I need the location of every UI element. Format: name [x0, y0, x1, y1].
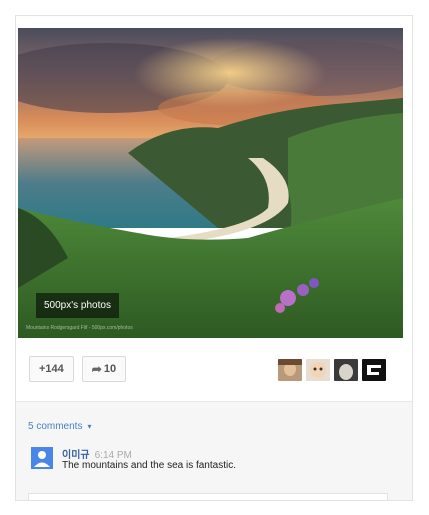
landscape-image: [18, 28, 403, 338]
post-photo[interactable]: 500px's photos Mountains Rodgersgard Fli…: [18, 28, 403, 338]
comment-author-line: 이미규 6:14 PM: [62, 446, 132, 461]
share-arrow-icon: ➦: [91, 362, 102, 376]
avatar[interactable]: [362, 359, 386, 381]
avatar[interactable]: [334, 359, 358, 381]
post-actions: +144 ➦ 10: [29, 356, 127, 382]
photo-fineprint: Mountains Rodgersgard Flif - 500px.com/p…: [26, 325, 133, 331]
photo-source-label[interactable]: 500px's photos: [36, 293, 119, 318]
comment-text: The mountains and the sea is fantastic.: [62, 460, 236, 471]
comments-section: 5 comments ▾ 이미규 6:14 PM The mountains and…: [16, 401, 412, 500]
plus-one-button[interactable]: +144: [29, 356, 74, 382]
add-comment-input[interactable]: [28, 493, 388, 500]
share-count: 10: [103, 363, 117, 375]
avatar[interactable]: [278, 359, 302, 381]
comments-count-label: 5 comments: [28, 421, 83, 432]
sharer-avatars: [278, 359, 386, 381]
avatar[interactable]: [31, 447, 53, 469]
chevron-down-icon: ▾: [87, 422, 92, 431]
comments-toggle[interactable]: 5 comments ▾: [28, 421, 91, 432]
post-card: 500px's photos Mountains Rodgersgard Fli…: [15, 15, 413, 501]
share-button[interactable]: ➦ 10: [81, 356, 127, 382]
plus-count: +144: [39, 363, 64, 375]
avatar[interactable]: [306, 359, 330, 381]
